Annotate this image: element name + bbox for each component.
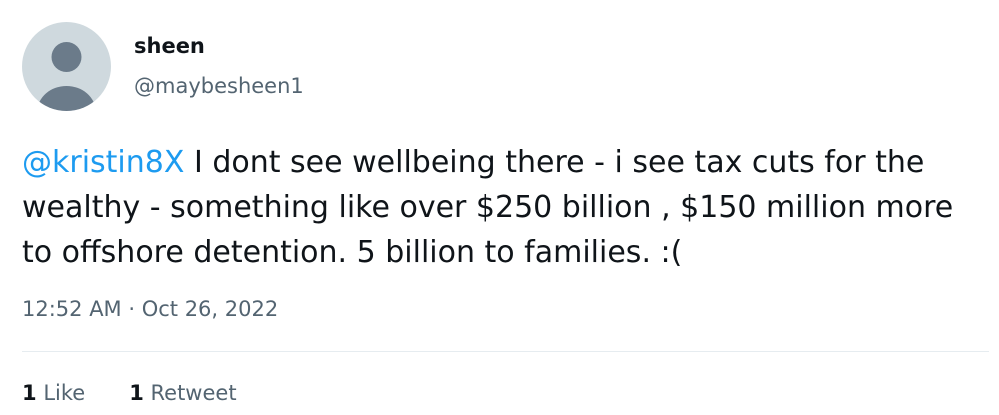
likes-label: Like [43,381,86,405]
avatar[interactable] [22,22,111,111]
mention-link[interactable]: @kristin8X [22,145,184,180]
default-profile-avatar-icon [37,42,96,111]
tweet-timestamp[interactable]: 12:52 AM · Oct 26, 2022 [22,297,278,321]
likes-count: 1 [22,381,37,405]
user-display-name[interactable]: sheen [134,34,205,58]
retweets-count: 1 [129,381,144,405]
likes-stat[interactable]: 1 Like [22,381,85,405]
tweet-text: @kristin8X I dont see wellbeing there - … [22,140,982,275]
user-handle[interactable]: @maybesheen1 [134,74,304,98]
divider [22,351,989,352]
engagement-stats: 1 Like 1 Retweet [22,381,237,405]
retweets-label: Retweet [150,381,237,405]
retweets-stat[interactable]: 1 Retweet [129,381,236,405]
